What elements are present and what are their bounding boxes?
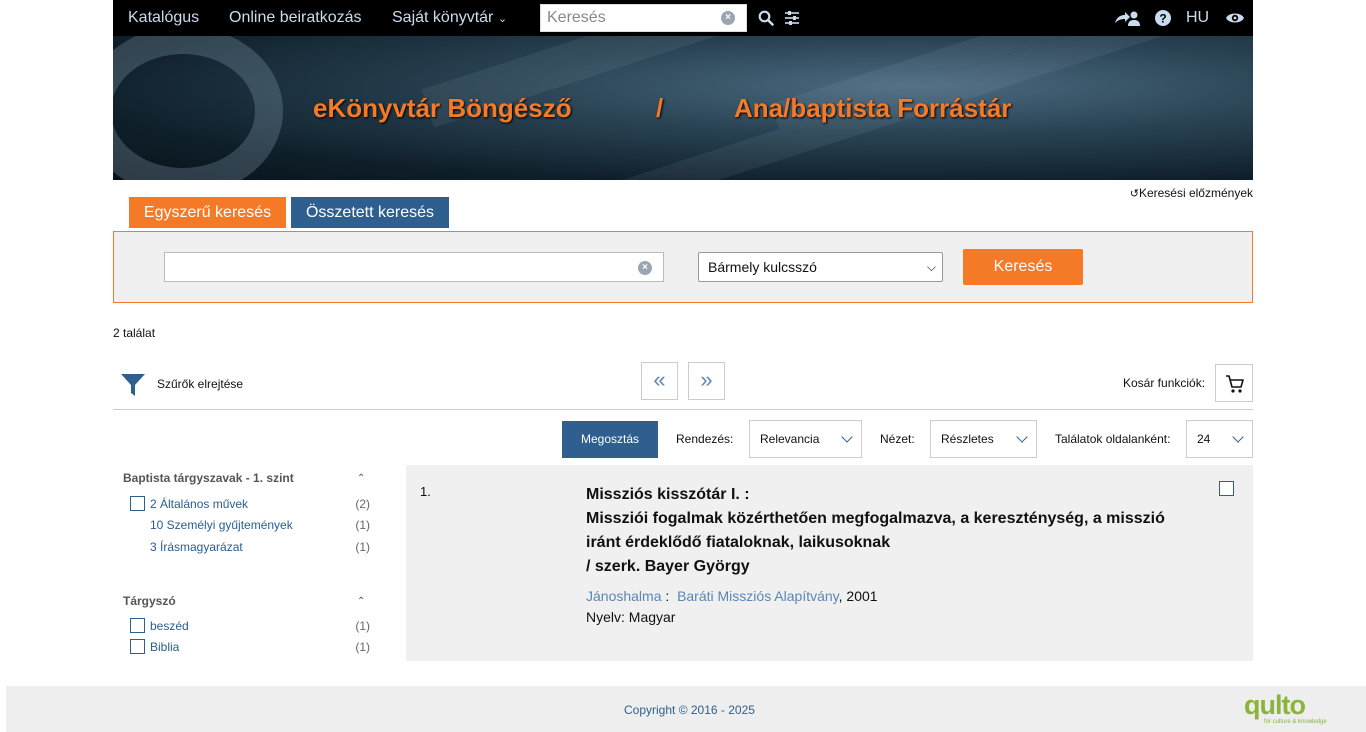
collapse-up-icon[interactable]: ⌃ (357, 596, 365, 607)
banner-title-ekonyvtar: eKönyvtár Böngésző (313, 93, 572, 123)
top-search-input[interactable] (541, 5, 711, 31)
view-dropdown-value: Részletes (941, 432, 994, 446)
facet-item-label: beszéd (150, 619, 189, 633)
facet-item-label: Biblia (150, 640, 180, 654)
simple-search-panel: × Bármely kulcsszó ⌵ Keresés (113, 231, 1253, 303)
clear-icon[interactable]: × (638, 261, 652, 275)
main-search-field[interactable]: × (164, 252, 664, 282)
qulto-logo-tagline: for culture & knowledge (1264, 719, 1327, 725)
top-navbar: Katalógus Online beiratkozás Saját könyv… (113, 0, 1253, 36)
sort-dropdown-value: Relevancia (760, 432, 820, 446)
sort-label: Rendezés: (676, 432, 734, 446)
result-item: 1. Missziós kisszótár I. : Missziói foga… (406, 465, 1253, 661)
search-field-select[interactable]: Bármely kulcsszó ⌵ (698, 252, 943, 282)
qulto-logo-text: qulto (1244, 691, 1305, 720)
sort-dropdown[interactable]: Relevancia (749, 420, 862, 458)
footer: Copyright © 2016 - 2025 qulto for cultur… (6, 686, 1366, 732)
eye-accessibility-icon[interactable] (1225, 11, 1245, 25)
result-number: 1. (420, 484, 431, 499)
result-title-line[interactable]: Missziói fogalmak közérthetően megfogalm… (586, 507, 1186, 531)
facet-item-label: 3 Írásmagyarázat (150, 540, 243, 554)
facet-item-count: (1) (355, 518, 370, 532)
filter-funnel-icon (121, 374, 145, 396)
tab-simple-search[interactable]: Egyszerű keresés (129, 197, 286, 228)
tab-advanced-search[interactable]: Összetett keresés (291, 197, 449, 228)
result-count: 2 találat (113, 326, 156, 340)
chevron-down-icon (841, 431, 853, 443)
nav-my-library-label: Saját könyvtár (392, 9, 494, 26)
header-banner: eKönyvtár Böngésző / Ana/baptista Forrás… (113, 36, 1253, 180)
history-icon: ↺ (1129, 188, 1139, 200)
publication-place-link[interactable]: Jánoshalma (586, 588, 662, 604)
search-history-label: Keresési előzmények (1138, 186, 1253, 200)
result-title[interactable]: Missziós kisszótár I. : Missziói fogalma… (586, 483, 1186, 579)
cart-button[interactable] (1215, 364, 1253, 402)
publisher-link[interactable]: Baráti Missziós Alapítvány (677, 588, 839, 604)
per-page-label: Találatok oldalanként: (1055, 432, 1171, 446)
toolbar-divider (113, 409, 1253, 410)
result-title-line[interactable]: Missziós kisszótár I. : (586, 483, 1186, 507)
search-button[interactable]: Keresés (963, 249, 1083, 285)
cart-functions-label: Kosár funkciók: (1123, 376, 1206, 390)
result-select-checkbox[interactable] (1219, 481, 1234, 496)
nav-my-library-menu[interactable]: Saját könyvtár ⌄ (392, 9, 507, 27)
next-page-button[interactable]: » (688, 362, 725, 400)
chevron-down-icon: ⌵ (926, 260, 936, 274)
view-label: Nézet: (880, 432, 915, 446)
facet-item-count: (1) (355, 540, 370, 554)
language-switch[interactable]: HU (1186, 9, 1209, 27)
facet-item-label: 10 Személyi gyűjtemények (150, 518, 293, 532)
share-button[interactable]: Megosztás (562, 421, 658, 458)
top-search-box: × (540, 4, 747, 32)
banner-title-collection: Ana/baptista Forrástár (734, 93, 1012, 123)
publication-year: , 2001 (838, 588, 878, 604)
clear-icon[interactable]: × (721, 11, 735, 25)
nav-catalog-link[interactable]: Katalógus (128, 9, 199, 27)
search-field-select-value: Bármely kulcsszó (708, 259, 817, 275)
search-icon[interactable] (758, 10, 774, 26)
view-dropdown[interactable]: Részletes (930, 420, 1037, 458)
chevron-down-icon: ⌄ (497, 13, 508, 25)
nav-enroll-link[interactable]: Online beiratkozás (229, 9, 362, 27)
qulto-logo[interactable]: qulto for culture & knowledge (1244, 691, 1340, 725)
login-user-icon[interactable] (1114, 9, 1140, 27)
svg-text:?: ? (1159, 12, 1166, 26)
banner-logo-watermark (113, 36, 283, 180)
collapse-up-icon[interactable]: ⌃ (357, 473, 365, 484)
facet-title-baptist-subjects: Baptista tárgyszavak - 1. szint (123, 471, 294, 485)
per-page-dropdown[interactable]: 24 (1186, 420, 1253, 458)
result-language: Nyelv: Magyar (586, 609, 676, 625)
facet-checkbox[interactable] (130, 639, 145, 654)
copyright-text: Copyright © 2016 - 2025 (624, 703, 755, 717)
facet-item-count: (2) (355, 497, 370, 511)
facet-title-subject: Tárgyszó (123, 594, 176, 608)
result-title-line[interactable]: iránt érdeklődő fiataloknak, laikusoknak (586, 531, 1186, 555)
chevron-down-icon (1232, 431, 1244, 443)
chevron-down-icon (1016, 431, 1028, 443)
result-title-line[interactable]: / szerk. Bayer György (586, 555, 1186, 579)
facet-checkbox[interactable] (130, 496, 145, 511)
shopping-cart-icon (1226, 375, 1244, 393)
previous-page-button[interactable]: « (641, 362, 678, 400)
facet-checkbox[interactable] (130, 618, 145, 633)
facet-item-count: (1) (355, 619, 370, 633)
result-publication: Jánoshalma : Baráti Missziós Alapítvány,… (586, 588, 878, 604)
help-icon[interactable]: ? (1155, 10, 1171, 26)
advanced-search-sliders-icon[interactable] (784, 10, 800, 26)
hide-filters-toggle[interactable]: Szűrők elrejtése (120, 372, 243, 401)
facet-item-count: (1) (355, 640, 370, 654)
hide-filters-label: Szűrők elrejtése (157, 377, 244, 391)
search-history-link[interactable]: ↺Keresési előzmények (1130, 186, 1253, 200)
per-page-dropdown-value: 24 (1197, 432, 1211, 446)
facet-item-label: 2 Általános művek (150, 497, 249, 511)
banner-title-separator: / (656, 93, 664, 123)
